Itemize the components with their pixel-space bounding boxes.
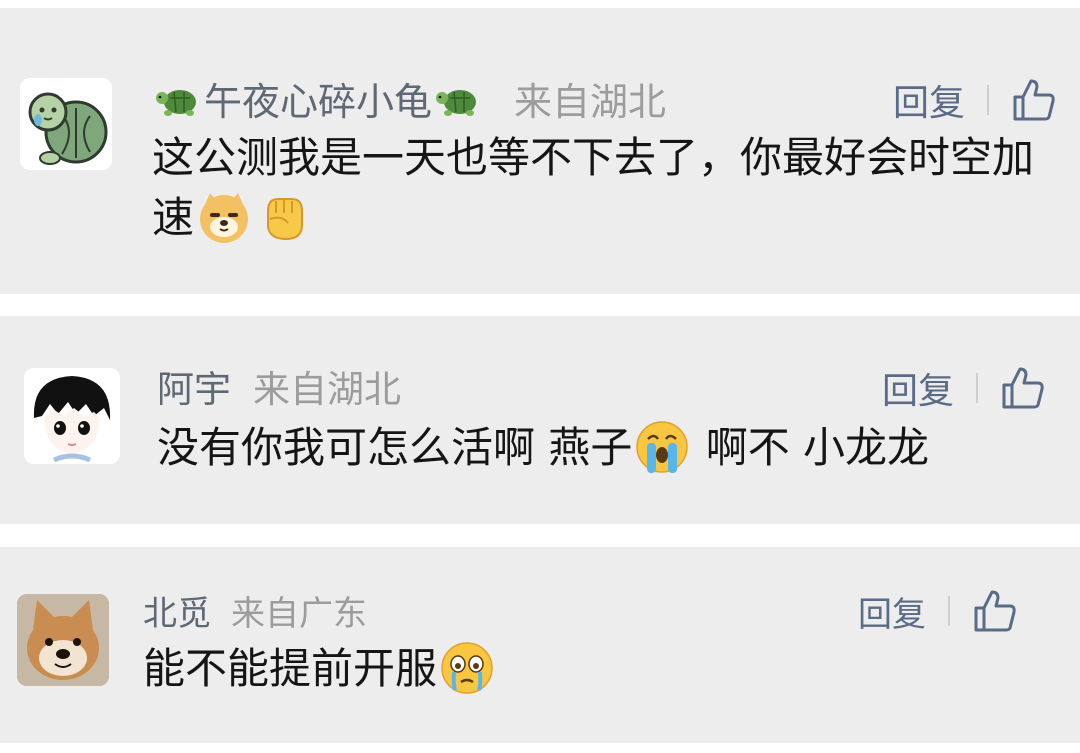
comment-header: 北觅 来自广东 bbox=[143, 585, 367, 635]
comment-header: 午夜心碎小龟 来自湖北 bbox=[152, 68, 666, 128]
comment-actions: 回复 bbox=[893, 72, 1057, 128]
author-name[interactable]: 午夜心碎小龟 bbox=[152, 71, 484, 126]
comment-text-part2: 啊不 小龙龙 bbox=[692, 423, 930, 472]
location-label: 来自湖北 bbox=[514, 79, 667, 124]
tearful-emoji bbox=[439, 640, 495, 696]
divider bbox=[976, 373, 979, 403]
comment-text-content: 能不能提前开服 bbox=[143, 644, 438, 693]
reply-button[interactable]: 回复 bbox=[858, 587, 926, 636]
author-name[interactable]: 阿宇 bbox=[157, 359, 231, 413]
shiba-dog-avatar-icon bbox=[17, 594, 109, 686]
crying-emoji bbox=[634, 419, 690, 475]
divider bbox=[948, 596, 950, 626]
turtle-icon bbox=[434, 78, 482, 118]
author-name[interactable]: 北觅 bbox=[143, 586, 211, 635]
turtle-avatar-icon bbox=[20, 78, 112, 170]
avatar[interactable] bbox=[17, 594, 109, 686]
comment-text: 这公测我是一天也等不下去了，你最好会时空加速 bbox=[152, 128, 1042, 248]
comment-text-part1: 没有你我可怎么活啊 燕子 bbox=[157, 423, 633, 472]
comment-text: 能不能提前开服 bbox=[143, 639, 1043, 699]
thumbs-up-icon[interactable] bbox=[1011, 77, 1057, 123]
comment-actions: 回复 bbox=[882, 360, 1046, 416]
comment-card: 午夜心碎小龟 来自湖北 回复 这公测我是一天也等不下去了，你最好会时空加速 bbox=[0, 8, 1080, 294]
location-label: 来自广东 bbox=[231, 593, 367, 634]
doge-emoji bbox=[196, 189, 252, 245]
thumbs-up-icon[interactable] bbox=[1000, 365, 1046, 411]
avatar[interactable] bbox=[20, 78, 112, 170]
reply-button[interactable]: 回复 bbox=[893, 74, 965, 126]
avatar[interactable] bbox=[24, 368, 120, 464]
comment-list: 午夜心碎小龟 来自湖北 回复 这公测我是一天也等不下去了，你最好会时空加速 阿宇… bbox=[0, 0, 1080, 753]
comment-card: 北觅 来自广东 回复 能不能提前开服 bbox=[0, 547, 1080, 743]
location-label: 来自湖北 bbox=[253, 368, 401, 411]
comment-actions: 回复 bbox=[858, 583, 1018, 639]
comment-text: 没有你我可怎么活啊 燕子 啊不 小龙龙 bbox=[157, 418, 1057, 478]
fist-emoji bbox=[256, 189, 312, 245]
anime-boy-avatar-icon bbox=[24, 368, 120, 464]
thumbs-up-icon[interactable] bbox=[972, 588, 1018, 634]
comment-card: 阿宇 来自湖北 回复 没有你我可怎么活啊 燕子 啊不 小龙龙 bbox=[0, 316, 1080, 524]
turtle-icon bbox=[154, 78, 202, 118]
divider bbox=[987, 85, 990, 115]
reply-button[interactable]: 回复 bbox=[882, 362, 954, 414]
comment-header: 阿宇 来自湖北 bbox=[157, 360, 401, 412]
author-name-text: 午夜心碎小龟 bbox=[204, 79, 433, 124]
